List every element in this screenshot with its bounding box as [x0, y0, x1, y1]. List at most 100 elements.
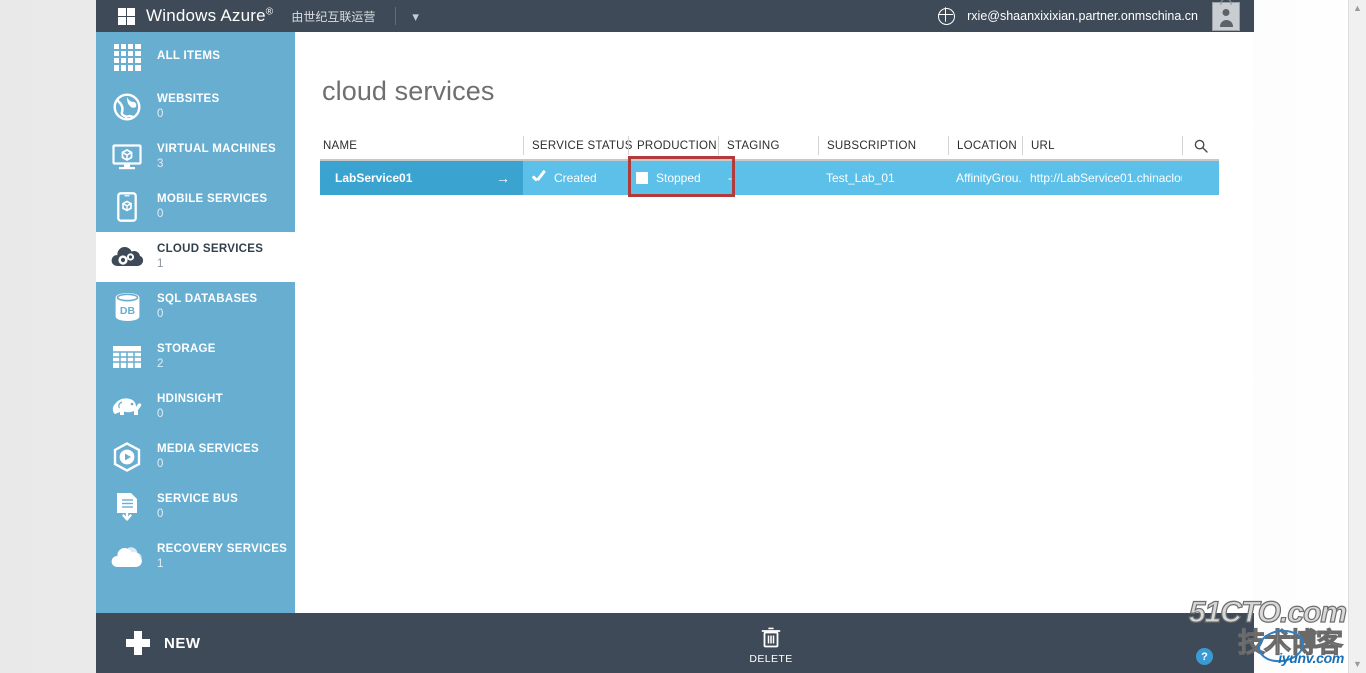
- sidebar-item-label: SERVICE BUS: [157, 492, 239, 505]
- sidebar-item-label: MOBILE SERVICES: [157, 192, 268, 205]
- stop-square-icon: [636, 172, 648, 184]
- globe-icon[interactable]: [937, 7, 956, 25]
- table-header-row: NAME SERVICE STATUS PRODUCTION STAGING S…: [320, 132, 1219, 161]
- app-shell: Windows Azure® 由世纪互联运营 ▾ rxie@shaanxixix…: [96, 0, 1254, 673]
- sidebar-item-sql-databases[interactable]: DB SQL DATABASES 0: [96, 282, 295, 332]
- cell-location: AffinityGrou...: [956, 171, 1022, 185]
- sidebar-item-count: 0: [157, 208, 164, 220]
- top-bar-divider: [395, 7, 397, 25]
- search-icon[interactable]: [1182, 136, 1219, 155]
- arrow-right-icon[interactable]: →: [496, 170, 510, 186]
- bottom-command-bar: NEW DELETE ?: [96, 613, 1254, 673]
- cell-name[interactable]: LabService01 →: [320, 161, 523, 195]
- watermark-ring: [1255, 626, 1307, 666]
- column-header-url[interactable]: URL: [1022, 136, 1182, 155]
- monitor-icon: [106, 136, 148, 178]
- phone-icon: [106, 186, 148, 228]
- trash-icon: [761, 627, 781, 648]
- avatar-head: [1222, 8, 1230, 16]
- sidebar-item-label: WEBSITES: [157, 92, 220, 105]
- chevron-down-icon[interactable]: ▾: [412, 10, 419, 23]
- column-header-location[interactable]: LOCATION: [948, 136, 1022, 155]
- sidebar-item-all-items[interactable]: ALL ITEMS: [96, 32, 295, 82]
- sidebar-item-cloud-services[interactable]: CLOUD SERVICES 1: [96, 232, 295, 282]
- sidebar-item-clipped[interactable]: [96, 582, 295, 596]
- column-header-staging[interactable]: STAGING: [718, 136, 818, 155]
- sidebar-item-label: CLOUD SERVICES: [157, 242, 264, 255]
- sidebar-item-label: ALL ITEMS: [157, 50, 221, 63]
- sidebar-item-virtual-machines[interactable]: VIRTUAL MACHINES 3: [96, 132, 295, 182]
- sidebar-item-label: HDINSIGHT: [157, 392, 223, 405]
- sidebar-item-count: 0: [157, 408, 164, 420]
- cloud-services-table: NAME SERVICE STATUS PRODUCTION STAGING S…: [320, 132, 1219, 197]
- grid-icon: [106, 36, 148, 78]
- sidebar-item-storage[interactable]: STORAGE 2: [96, 332, 295, 382]
- delete-button-label: DELETE: [749, 653, 793, 665]
- sidebar-item-count: 0: [157, 108, 164, 120]
- azure-portal-page: Windows Azure® 由世纪互联运营 ▾ rxie@shaanxixix…: [0, 0, 1366, 673]
- sidebar-item-count: 2: [157, 358, 164, 370]
- browser-scrollbar[interactable]: ▲ ▼: [1348, 0, 1366, 673]
- column-header-subscription[interactable]: SUBSCRIPTION: [818, 136, 948, 155]
- delete-button[interactable]: DELETE: [741, 627, 801, 665]
- sidebar-item-count: 3: [157, 158, 164, 170]
- sidebar-item-recovery-services[interactable]: RECOVERY SERVICES 1: [96, 532, 295, 582]
- sidebar-item-count: 1: [157, 258, 164, 270]
- top-bar-right: rxie@shaanxixixian.partner.onmschina.cn: [937, 0, 1254, 32]
- brand-operator-text: 由世纪互联运营: [291, 9, 376, 24]
- cloud-gears-icon: [106, 236, 148, 278]
- new-button[interactable]: NEW: [126, 631, 201, 655]
- cell-url[interactable]: http://LabService01.chinacloudapp.cn: [1022, 161, 1182, 195]
- column-header-production[interactable]: PRODUCTION: [628, 136, 718, 155]
- avatar-body: [1219, 19, 1233, 27]
- user-email-label[interactable]: rxie@shaanxixixian.partner.onmschina.cn: [967, 9, 1198, 23]
- cell-production: Stopped: [628, 161, 718, 195]
- watermark-iyunv: iyunv.com: [1278, 650, 1344, 666]
- sidebar-item-label: SQL DATABASES: [157, 292, 258, 305]
- document-arrow-icon: [106, 486, 148, 528]
- cell-staging: -: [728, 171, 732, 185]
- url-link[interactable]: http://LabService01.chinacloudapp.cn: [1030, 171, 1182, 185]
- brand-title: Windows Azure®: [146, 6, 273, 26]
- sidebar-item-count: 0: [157, 308, 164, 320]
- cell-name-label: LabService01: [335, 171, 413, 185]
- top-bar: Windows Azure® 由世纪互联运营 ▾ rxie@shaanxixix…: [96, 0, 1254, 32]
- brand-text: Windows Azure: [146, 6, 266, 25]
- sidebar-item-count: 1: [157, 558, 164, 570]
- table-grid-icon: [106, 336, 148, 378]
- help-question-icon[interactable]: ?: [1196, 648, 1213, 665]
- sidebar-item-label: MEDIA SERVICES: [157, 442, 259, 455]
- cell-service-status-label: Created: [554, 171, 597, 185]
- table-row[interactable]: LabService01 → Created Stopped - Test_La…: [320, 156, 1219, 197]
- chevron-up-icon[interactable]: ▲: [1349, 0, 1366, 17]
- sidebar-item-media-services[interactable]: MEDIA SERVICES 0: [96, 432, 295, 482]
- cell-service-status: Created: [523, 161, 628, 195]
- sidebar-item-count: 0: [157, 508, 164, 520]
- plus-icon: [126, 631, 150, 655]
- svg-text:DB: DB: [119, 305, 135, 317]
- main-content: cloud services NAME SERVICE STATUS PRODU…: [295, 32, 1254, 613]
- sidebar-item-count: 0: [157, 458, 164, 470]
- new-button-label: NEW: [164, 634, 201, 652]
- id-badge-avatar-icon[interactable]: [1212, 1, 1240, 31]
- sidebar-item-hdinsight[interactable]: HDINSIGHT 0: [96, 382, 295, 432]
- column-header-name[interactable]: NAME: [320, 136, 523, 155]
- globe-websites-icon: [106, 86, 148, 128]
- cloud-recovery-icon: [106, 536, 148, 578]
- sidebar-item-label: RECOVERY SERVICES: [157, 542, 288, 555]
- chevron-down-icon[interactable]: ▼: [1349, 656, 1366, 673]
- sidebar-nav: ALL ITEMS WEBSITES 0 VIRTUAL MACHINES 3 …: [96, 32, 295, 613]
- elephant-icon: [106, 386, 148, 428]
- sidebar-item-service-bus[interactable]: SERVICE BUS 0: [96, 482, 295, 532]
- column-header-service-status[interactable]: SERVICE STATUS: [523, 136, 632, 155]
- sidebar-item-mobile-services[interactable]: MOBILE SERVICES 0: [96, 182, 295, 232]
- brand-registered-mark: ®: [265, 6, 274, 18]
- cell-subscription: Test_Lab_01: [826, 171, 895, 185]
- cell-production-label: Stopped: [656, 171, 701, 185]
- sidebar-item-label: STORAGE: [157, 342, 216, 355]
- windows-logo-icon: [118, 7, 135, 25]
- play-hexagon-icon: [106, 436, 148, 478]
- sidebar-item-websites[interactable]: WEBSITES 0: [96, 82, 295, 132]
- database-db-icon: DB: [106, 286, 148, 328]
- sidebar-item-label: VIRTUAL MACHINES: [157, 142, 276, 155]
